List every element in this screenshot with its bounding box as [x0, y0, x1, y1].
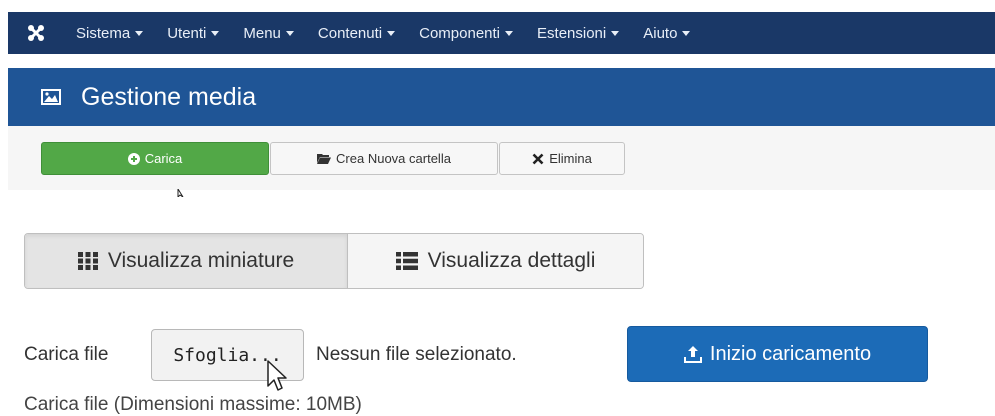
caret-down-icon	[135, 30, 144, 36]
caret-down-icon	[387, 30, 396, 36]
joomla-logo-icon[interactable]	[8, 24, 64, 42]
menu-estensioni[interactable]: Estensioni	[525, 12, 631, 54]
mouse-cursor-icon	[177, 184, 187, 202]
new-folder-button[interactable]: Crea Nuova cartella	[270, 142, 498, 175]
menu-menu[interactable]: Menu	[231, 12, 306, 54]
toolbar: Carica Crea Nuova cartella Elimina	[8, 126, 995, 199]
close-icon	[532, 153, 544, 165]
menu-utenti[interactable]: Utenti	[155, 12, 231, 54]
page-header: Gestione media	[8, 68, 995, 126]
max-size-note: Carica file (Dimensioni massime: 10MB)	[24, 394, 362, 415]
menu-contenuti[interactable]: Contenuti	[306, 12, 407, 54]
page-title: Gestione media	[81, 82, 257, 111]
caret-down-icon	[682, 30, 691, 36]
folder-open-icon	[317, 153, 332, 164]
menu-componenti[interactable]: Componenti	[407, 12, 525, 54]
details-view-button[interactable]: Visualizza dettagli	[348, 234, 643, 288]
caret-down-icon	[211, 30, 220, 36]
top-navbar: Sistema Utenti Menu Contenuti Componenti…	[8, 12, 995, 54]
start-upload-button[interactable]: Inizio caricamento	[627, 326, 928, 382]
menu-sistema[interactable]: Sistema	[64, 12, 155, 54]
delete-button[interactable]: Elimina	[499, 142, 625, 175]
caret-down-icon	[285, 30, 294, 36]
caret-down-icon	[505, 30, 514, 36]
upload-icon	[683, 345, 702, 363]
view-toggle: Visualizza miniature Visualizza dettagli	[24, 233, 644, 289]
mouse-cursor-icon	[266, 360, 288, 397]
plus-circle-icon	[127, 152, 140, 165]
upload-file-label: Carica file	[24, 344, 109, 365]
thumbnails-view-button[interactable]: Visualizza miniature	[25, 234, 348, 288]
image-icon	[41, 88, 63, 106]
list-icon	[395, 252, 418, 270]
caret-down-icon	[611, 30, 620, 36]
grid-icon	[77, 252, 98, 270]
upload-button[interactable]: Carica	[41, 142, 269, 175]
file-status-text: Nessun file selezionato.	[316, 344, 517, 365]
menu-aiuto[interactable]: Aiuto	[631, 12, 702, 54]
